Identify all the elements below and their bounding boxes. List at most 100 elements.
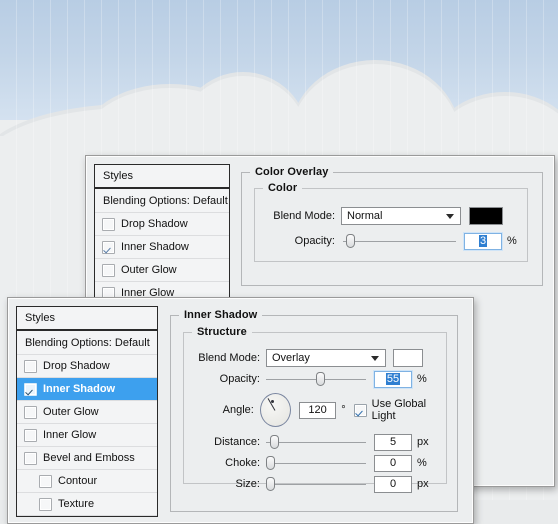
style-label-inner-glow-front: Inner Glow	[43, 429, 97, 441]
style-row-drop-shadow-front[interactable]: Drop Shadow	[17, 355, 157, 378]
style-label-drop-shadow-front: Drop Shadow	[43, 360, 110, 372]
blend-mode-label-back: Blend Mode:	[273, 210, 335, 222]
size-value: 0	[389, 478, 397, 490]
style-label-drop-shadow: Drop Shadow	[121, 218, 188, 230]
inner-shadow-group: Inner Shadow Structure Blend Mode: Overl…	[170, 309, 458, 512]
checkbox-outer-glow-front[interactable]	[24, 405, 37, 419]
size-slider-knob[interactable]	[266, 477, 275, 491]
opacity-row-front: Opacity: 55 %	[192, 370, 444, 388]
angle-row: Angle: 120 ° Use Global Light	[192, 391, 444, 429]
chevron-down-icon-front	[371, 356, 379, 361]
style-label-contour: Contour	[58, 475, 98, 487]
style-label-outer-glow: Outer Glow	[121, 264, 177, 276]
styles-panel-back[interactable]: Styles Blending Options: Default Drop Sh…	[94, 164, 230, 314]
opacity-unit-front: %	[417, 373, 427, 385]
choke-slider-track	[266, 462, 366, 464]
opacity-slider-front[interactable]	[266, 372, 366, 386]
distance-slider-track	[266, 441, 366, 443]
layer-style-dialog-inner-shadow[interactable]: Styles Blending Options: Default Drop Sh…	[7, 297, 474, 524]
opacity-unit-back: %	[507, 235, 517, 247]
styles-panel-front[interactable]: Styles Blending Options: Default Drop Sh…	[16, 306, 158, 521]
checkbox-texture[interactable]	[39, 497, 52, 511]
opacity-input-front[interactable]: 55	[374, 370, 412, 388]
style-row-outer-glow[interactable]: Outer Glow	[95, 259, 229, 282]
choke-slider[interactable]	[266, 456, 366, 470]
style-row-inner-shadow[interactable]: Inner Shadow	[95, 236, 229, 259]
size-slider[interactable]	[266, 477, 366, 491]
opacity-label-back: Opacity:	[294, 235, 335, 247]
angle-unit: °	[341, 404, 346, 416]
blend-mode-row-front: Blend Mode: Overlay	[192, 349, 444, 367]
style-label-inner-shadow: Inner Shadow	[121, 241, 189, 253]
blending-options-label: Blending Options: Default	[103, 194, 228, 207]
opacity-input-back[interactable]: 3	[464, 232, 502, 250]
choke-unit: %	[417, 457, 427, 469]
styles-list-front[interactable]: Blending Options: Default Drop Shadow In…	[16, 329, 158, 517]
blend-mode-label-front: Blend Mode:	[198, 352, 260, 364]
style-label-texture: Texture	[58, 498, 95, 510]
distance-slider-knob[interactable]	[270, 435, 279, 449]
structure-group-title: Structure	[192, 326, 252, 338]
angle-input[interactable]: 120	[298, 401, 337, 419]
use-global-light-label: Use Global Light	[371, 398, 427, 422]
angle-dial[interactable]	[259, 393, 291, 427]
choke-value: 0	[389, 457, 397, 469]
color-group: Color Blend Mode: Normal Opacity: 3 %	[254, 182, 528, 262]
styles-list-back[interactable]: Blending Options: Default Drop Shadow In…	[94, 187, 230, 308]
distance-slider[interactable]	[266, 435, 366, 449]
checkbox-inner-shadow-front[interactable]	[24, 382, 37, 396]
size-label: Size:	[235, 478, 260, 490]
angle-value: 120	[308, 404, 327, 416]
blending-options-row[interactable]: Blending Options: Default	[95, 189, 229, 213]
distance-value: 5	[389, 436, 397, 448]
style-label-inner-shadow-front: Inner Shadow	[43, 383, 116, 395]
blend-mode-value-front: Overlay	[272, 352, 310, 364]
checkbox-bevel-and-emboss[interactable]	[24, 451, 37, 465]
distance-input[interactable]: 5	[374, 433, 412, 451]
size-input[interactable]: 0	[374, 475, 412, 493]
style-label-bevel-and-emboss: Bevel and Emboss	[43, 452, 135, 464]
checkbox-inner-shadow[interactable]	[102, 240, 115, 254]
checkbox-use-global-light[interactable]	[353, 403, 367, 417]
opacity-slider-back[interactable]	[343, 234, 456, 248]
color-swatch-front[interactable]	[393, 349, 423, 367]
choke-slider-knob[interactable]	[266, 456, 275, 470]
blend-mode-select-back[interactable]: Normal	[341, 207, 461, 225]
use-global-light-row[interactable]: Use Global Light	[353, 398, 444, 422]
style-row-texture[interactable]: Texture	[17, 493, 157, 516]
style-row-contour[interactable]: Contour	[17, 470, 157, 493]
opacity-value-front: 55	[385, 373, 401, 385]
opacity-label-front: Opacity:	[219, 373, 260, 385]
color-swatch-back[interactable]	[469, 207, 503, 225]
checkbox-drop-shadow[interactable]	[102, 217, 115, 231]
size-row: Size: 0 px	[192, 475, 444, 493]
opacity-slider-knob-back[interactable]	[346, 234, 355, 248]
choke-input[interactable]: 0	[374, 454, 412, 472]
opacity-row-back: Opacity: 3 %	[265, 232, 517, 250]
style-row-inner-shadow-front[interactable]: Inner Shadow	[17, 378, 157, 401]
opacity-value-back: 3	[478, 235, 488, 247]
color-overlay-title: Color Overlay	[250, 166, 334, 178]
color-overlay-group: Color Overlay Color Blend Mode: Normal O…	[241, 166, 543, 286]
style-row-bevel-and-emboss[interactable]: Bevel and Emboss	[17, 447, 157, 470]
choke-row: Choke: 0 %	[192, 454, 444, 472]
choke-label: Choke:	[225, 457, 260, 469]
checkbox-inner-glow-front[interactable]	[24, 428, 37, 442]
size-unit: px	[417, 478, 429, 490]
opacity-slider-track-back	[343, 240, 456, 242]
blending-options-row-front[interactable]: Blending Options: Default	[17, 331, 157, 355]
style-row-outer-glow-front[interactable]: Outer Glow	[17, 401, 157, 424]
style-row-drop-shadow[interactable]: Drop Shadow	[95, 213, 229, 236]
style-row-inner-glow-front[interactable]: Inner Glow	[17, 424, 157, 447]
chevron-down-icon	[446, 214, 454, 219]
opacity-slider-knob-front[interactable]	[316, 372, 325, 386]
blend-mode-value-back: Normal	[347, 210, 383, 222]
size-slider-track	[266, 483, 366, 485]
color-group-title: Color	[263, 182, 303, 194]
checkbox-contour[interactable]	[39, 474, 52, 488]
styles-panel-header: Styles	[94, 164, 230, 187]
blend-mode-select-front[interactable]: Overlay	[266, 349, 386, 367]
checkbox-drop-shadow-front[interactable]	[24, 359, 37, 373]
blending-options-label-front: Blending Options: Default	[25, 336, 150, 349]
checkbox-outer-glow[interactable]	[102, 263, 115, 277]
